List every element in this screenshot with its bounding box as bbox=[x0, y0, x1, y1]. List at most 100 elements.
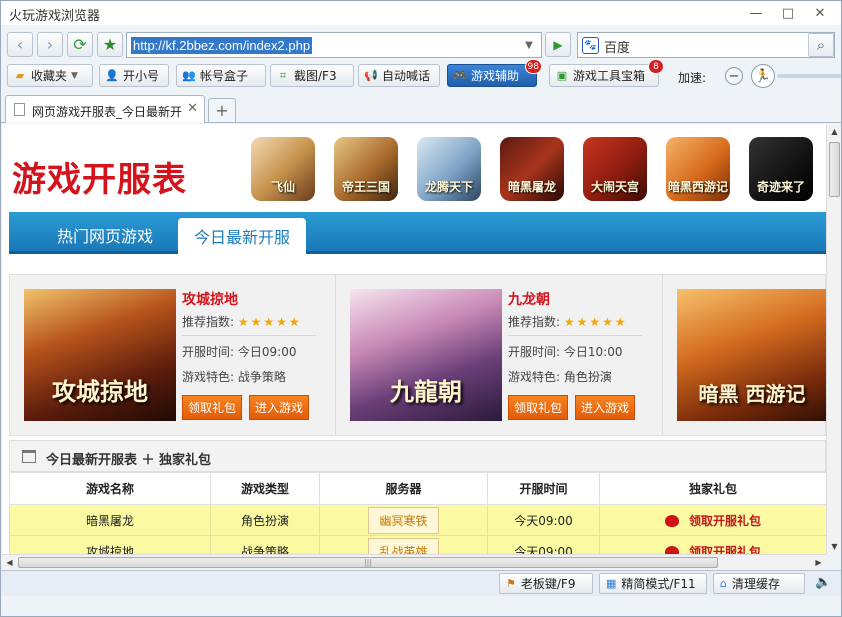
get-gift-button[interactable]: 领取礼包 bbox=[182, 395, 243, 420]
account-box-button[interactable]: 👥 帐号盒子 bbox=[176, 64, 266, 87]
server-button[interactable]: 乱战英雄 bbox=[368, 537, 439, 554]
game-card-image-text: 暗黑 西游记 bbox=[698, 382, 806, 406]
horizontal-scroll-thumb[interactable]: ||| bbox=[18, 557, 718, 568]
search-engine-label[interactable]: 百度 bbox=[604, 37, 630, 56]
open-time-value: 今日09:00 bbox=[237, 345, 297, 359]
screenshot-label: 截图/F3 bbox=[294, 69, 337, 83]
scroll-left-icon[interactable]: ◀ bbox=[2, 555, 17, 570]
get-server-gift-link[interactable]: 领取开服礼包 bbox=[689, 514, 761, 528]
vertical-scrollbar[interactable]: ▲ ▼ bbox=[826, 124, 841, 554]
game-card: 暗黑 西游记 bbox=[663, 275, 826, 435]
game-icon-label: 飞仙 bbox=[270, 180, 295, 194]
horizontal-scrollbar[interactable]: ◀ ||| ▶ bbox=[2, 554, 826, 569]
favorite-button[interactable]: ★ bbox=[97, 32, 123, 57]
section-title: 今日最新开服表 ＋ 独家礼包 bbox=[46, 453, 212, 468]
clear-cache-button[interactable]: ⌂ 清理缓存 bbox=[713, 573, 805, 594]
url-dropdown-icon[interactable]: ▼ bbox=[517, 33, 541, 57]
game-card-title[interactable]: 攻城掠地 bbox=[182, 289, 238, 309]
go-button[interactable]: ▶ bbox=[545, 32, 571, 57]
star-rating-icon: ★★★★★ bbox=[237, 315, 302, 329]
runner-icon[interactable]: 🏃 bbox=[751, 64, 775, 88]
get-gift-button[interactable]: 领取礼包 bbox=[508, 395, 569, 420]
favorites-button[interactable]: ▰ 收藏夹 ▼ bbox=[7, 64, 93, 87]
divider bbox=[508, 335, 642, 336]
forward-button[interactable]: › bbox=[37, 32, 63, 57]
game-icon-3[interactable]: 龙腾天下 bbox=[417, 137, 481, 201]
game-icon-7[interactable]: 奇迹来了 bbox=[749, 137, 813, 201]
refresh-icon: ⟳ bbox=[73, 35, 87, 54]
forward-icon: › bbox=[46, 35, 54, 54]
compact-mode-button[interactable]: ▦ 精简模式/F11 bbox=[599, 573, 707, 594]
tab-active[interactable]: 网页游戏开服表_今日最新开服 ✕ bbox=[5, 95, 205, 123]
close-tab-icon[interactable]: ✕ bbox=[187, 101, 198, 116]
back-button[interactable]: ‹ bbox=[7, 32, 33, 57]
minimize-button[interactable]: — bbox=[741, 3, 771, 23]
scroll-up-icon[interactable]: ▲ bbox=[827, 124, 842, 139]
game-icon-4[interactable]: 暗黑屠龙 bbox=[500, 137, 564, 201]
open-alt-account-button[interactable]: 👤 开小号 bbox=[99, 64, 169, 87]
calendar-icon bbox=[22, 450, 36, 463]
auto-chat-label: 自动喊话 bbox=[382, 69, 431, 83]
account-box-icon: 👥 bbox=[182, 69, 196, 82]
feature-label: 游戏特色: bbox=[182, 370, 235, 384]
page-viewport: 游戏开服表 飞仙 帝王三国 龙腾天下 暗黑屠龙 大闹天宫 暗黑西游记 奇迹来了 … bbox=[2, 124, 826, 554]
enter-game-button[interactable]: 进入游戏 bbox=[249, 395, 310, 420]
game-name-cell[interactable]: 暗黑屠龙 bbox=[9, 504, 211, 536]
category-nav: 热门网页游戏 今日最新开服 bbox=[9, 212, 826, 254]
game-card-image[interactable]: 攻城掠地 bbox=[24, 289, 176, 421]
scroll-down-icon[interactable]: ▼ bbox=[827, 539, 842, 554]
vertical-scroll-thumb[interactable] bbox=[829, 142, 840, 197]
game-card-image-text: 攻城掠地 bbox=[52, 378, 148, 406]
game-card-title[interactable]: 九龙朝 bbox=[508, 289, 550, 309]
baidu-icon: 🐾 bbox=[582, 37, 599, 54]
tab-hot-games[interactable]: 热门网页游戏 bbox=[57, 223, 153, 247]
window-controls: — □ ✕ bbox=[741, 3, 835, 23]
url-text[interactable]: http://kf.2bbez.com/index2.php bbox=[131, 37, 313, 54]
search-box[interactable]: 🐾 百度 ⌕ bbox=[577, 32, 835, 58]
feature-row: 游戏特色: 角色扮演 bbox=[508, 368, 612, 385]
tab-today-new-servers[interactable]: 今日最新开服 bbox=[178, 218, 307, 254]
enter-game-button[interactable]: 进入游戏 bbox=[575, 395, 636, 420]
game-card-image[interactable]: 九龍朝 bbox=[350, 289, 502, 421]
gift-bag-icon bbox=[664, 546, 679, 554]
boss-key-button[interactable]: ⚑ 老板键/F9 bbox=[499, 573, 593, 594]
tab-title: 网页游戏开服表_今日最新开服 bbox=[32, 105, 182, 119]
gift-cell: 领取开服礼包 bbox=[599, 504, 826, 536]
screenshot-button[interactable]: ⌗ 截图/F3 bbox=[270, 64, 354, 87]
server-button[interactable]: 幽冥寒铁 bbox=[368, 506, 439, 534]
tab-strip: 网页游戏开服表_今日最新开服 ✕ + bbox=[1, 91, 841, 123]
server-cell: 乱战英雄 bbox=[319, 535, 488, 554]
game-icon-label: 帝王三国 bbox=[341, 180, 390, 194]
game-toolbox-button[interactable]: ▣ 游戏工具宝箱 8 bbox=[549, 59, 664, 87]
game-type-cell: 角色扮演 bbox=[210, 504, 320, 536]
game-card: 攻城掠地 攻城掠地 推荐指数: ★★★★★ 开服时间: 今日09:00 游戏特色… bbox=[10, 275, 336, 435]
title-bar: 火玩游戏浏览器 — □ ✕ bbox=[1, 1, 841, 25]
game-assist-button[interactable]: 🎮 游戏辅助 98 bbox=[447, 59, 542, 87]
auto-chat-button[interactable]: 📢 自动喊话 bbox=[358, 64, 440, 87]
speaker-icon[interactable]: 🔈 bbox=[815, 575, 831, 590]
speed-slider[interactable] bbox=[777, 74, 841, 78]
divider bbox=[182, 335, 316, 336]
gift-bag-icon bbox=[664, 515, 679, 527]
address-bar[interactable]: http://kf.2bbez.com/index2.php ▼ bbox=[126, 32, 542, 58]
column-header: 服务器 bbox=[319, 472, 488, 505]
gift-cell: 领取开服礼包 bbox=[599, 535, 826, 555]
folder-icon: ▰ bbox=[15, 69, 25, 82]
search-icon[interactable]: ⌕ bbox=[808, 33, 834, 57]
close-button[interactable]: ✕ bbox=[805, 3, 835, 23]
maximize-button[interactable]: □ bbox=[773, 3, 803, 23]
column-header: 独家礼包 bbox=[599, 472, 826, 505]
game-icon-2[interactable]: 帝王三国 bbox=[334, 137, 398, 201]
game-icon-1[interactable]: 飞仙 bbox=[251, 137, 315, 201]
game-icon-6[interactable]: 暗黑西游记 bbox=[666, 137, 730, 201]
crop-icon: ⌗ bbox=[279, 68, 287, 82]
scroll-right-icon[interactable]: ▶ bbox=[811, 555, 826, 570]
game-icon-5[interactable]: 大闹天宫 bbox=[583, 137, 647, 201]
game-name-cell[interactable]: 攻城掠地 bbox=[9, 535, 211, 554]
new-tab-button[interactable]: + bbox=[208, 98, 236, 122]
refresh-button[interactable]: ⟳ bbox=[67, 32, 93, 57]
get-server-gift-link[interactable]: 领取开服礼包 bbox=[689, 545, 761, 555]
speed-decrease-button[interactable]: − bbox=[725, 67, 743, 85]
game-card-image[interactable]: 暗黑 西游记 bbox=[677, 289, 826, 421]
game-card-image-text: 九龍朝 bbox=[390, 378, 462, 406]
